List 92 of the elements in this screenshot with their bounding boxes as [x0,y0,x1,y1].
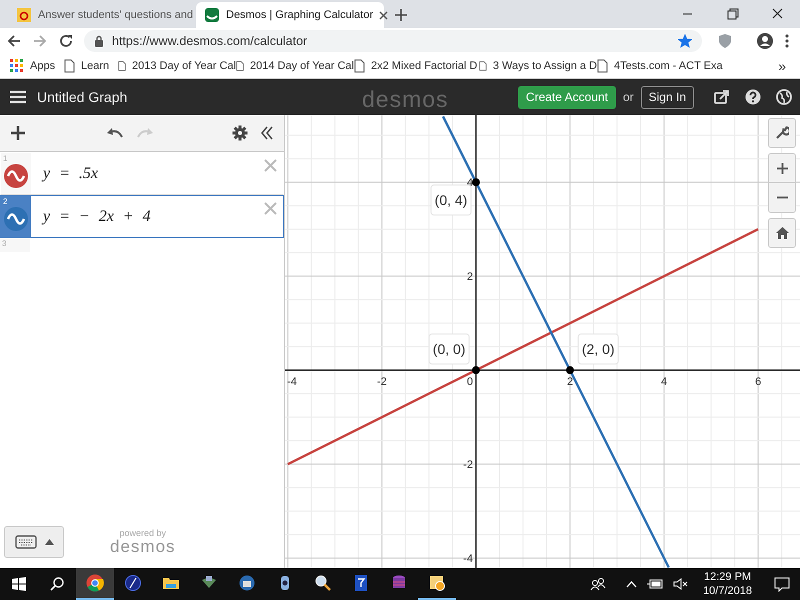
windows-logo-icon[interactable] [12,577,26,591]
page-icon [597,59,608,73]
point-label: (2, 0) [578,334,619,365]
point-label: (0, 4) [430,184,472,216]
page-icon [64,59,75,73]
star-icon[interactable] [678,34,692,48]
graph-title[interactable]: Untitled Graph [37,86,128,108]
page-icon [118,59,126,73]
bookmark-link[interactable]: Apps [30,58,56,74]
page-icon [236,59,244,73]
more-bookmarks-button[interactable]: » [778,56,786,76]
axis-tick-label: 6 [755,376,762,388]
settings-icon[interactable] [232,125,248,141]
caret-icon [44,539,54,545]
bookmark-link[interactable]: 2x2 Mixed Factorial D [371,58,478,74]
people-icon[interactable] [590,577,606,591]
or-text: or [622,89,634,106]
minus-icon [776,196,788,199]
reload-icon[interactable] [58,33,74,49]
axis-tick-label: -2 [463,459,473,472]
expression-row[interactable]: 2 y = − 2x + 4 [0,195,284,238]
address-bar[interactable]: https://www.desmos.com/calculator [84,30,702,52]
powered-by-text: powered by [120,529,166,538]
desmos-logo: desmos [110,538,176,555]
graph-settings-button[interactable] [768,118,796,148]
axis-tick-label: -4 [463,553,473,566]
globe-icon[interactable] [776,89,792,105]
desmos-logo: desmos [362,85,449,114]
axis-tick-label: -2 [377,376,387,388]
annotation: (2, 0) [582,341,615,358]
back-arrow-icon[interactable] [6,33,22,49]
bookmark-link[interactable]: Learn [81,58,110,74]
axis-tick-label: 2 [566,376,574,388]
magnifier-icon [314,574,332,592]
graph-point[interactable] [472,366,480,374]
axis-tick-label: -4 [287,376,297,388]
axis-tick-label: 2 [466,271,473,284]
tab-favicon-icon [204,7,220,23]
plus-icon [776,162,788,174]
expression-index: 3 [2,238,6,250]
notification-icon[interactable] [774,576,790,592]
tab-title: Desmos | Graphing Calculator [226,8,374,23]
home-icon [776,227,788,239]
url-text: https://www.desmos.com/calculator [112,32,308,50]
axis-tick-label: 0 [466,376,473,388]
graph-point[interactable] [472,178,480,186]
lock-icon [94,35,104,47]
expression-index: 2 [3,196,8,208]
wrench-icon [775,126,789,140]
bookmark-link[interactable]: 3 Ways to Assign a D [492,58,597,74]
shield-icon[interactable] [718,33,732,49]
bookmark-link[interactable]: 4Tests.com - ACT Exa [614,58,723,74]
search-icon[interactable] [50,577,64,591]
collapse-icon[interactable] [260,126,274,140]
keyboard-toggle-button[interactable] [4,526,64,558]
chevron-up-icon[interactable] [626,580,638,588]
share-icon[interactable] [714,90,729,104]
expression-row[interactable]: 1 y = .5x [0,152,284,195]
default-zoom-button[interactable] [768,218,796,248]
axis-tick-label: 4 [661,376,668,388]
math-expression[interactable]: y = .5x [43,162,98,186]
page-icon [479,59,487,73]
menu-icon[interactable] [10,90,26,104]
help-icon[interactable] [745,89,761,105]
point-label: (0, 0) [428,334,470,365]
muted-speaker-icon[interactable] [673,578,690,590]
expression-index: 1 [3,153,8,165]
annotation: (0, 0) [432,341,466,358]
new-tab-icon[interactable] [394,8,408,22]
bookmark-link[interactable]: 2014 Day of Year Cal [250,58,354,74]
clock-time[interactable]: 12:29 PM [704,570,752,584]
browser-logo-icon [86,574,104,592]
keyboard-icon [14,535,36,549]
apps-grid-icon[interactable] [10,59,24,73]
tab-favicon-icon [16,7,32,23]
add-icon[interactable] [10,125,26,141]
create-account-button[interactable]: Create Account [518,86,616,108]
annotation: (0, 4) [434,192,468,208]
close-icon[interactable] [379,10,388,20]
page-icon [354,59,365,73]
taskbar-button[interactable] [76,568,114,600]
undo-icon[interactable] [106,127,124,139]
graph-point[interactable] [566,366,574,374]
sign-in-button[interactable]: Sign In [640,86,694,108]
math-expression[interactable]: y = − 2x + 4 [43,204,151,228]
graph-canvas[interactable]: -4 -2 0 2 4 6 -4 -2 2 4 (0, 4) (0, 0) (2, 0) [285,115,800,568]
clock-date[interactable]: 10/7/2018 [703,584,752,598]
battery-icon[interactable] [647,579,664,589]
more-menu-icon[interactable] [784,33,790,49]
account-icon[interactable] [756,32,774,50]
tab-title: Answer students' questions and [38,8,193,23]
bookmark-link[interactable]: 2013 Day of Year Cal [132,58,236,74]
